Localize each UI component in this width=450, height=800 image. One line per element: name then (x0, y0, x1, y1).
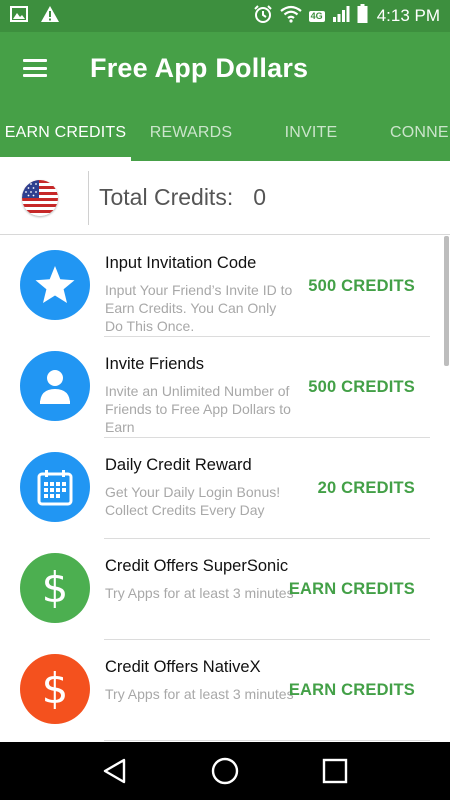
app-bar: Free App Dollars (0, 32, 450, 104)
home-icon[interactable] (195, 742, 255, 800)
status-right: 4G 4:13 PM (253, 4, 440, 29)
list-item-credit-offers-supersonic[interactable]: $ Credit Offers SuperSonic Try Apps for … (0, 539, 443, 640)
status-left (10, 5, 60, 28)
status-bar: 4G 4:13 PM (0, 0, 450, 32)
credits-header: Total Credits: 0 (0, 161, 450, 235)
list-item-credit-offers-nativex[interactable]: $ Credit Offers NativeX Try Apps for at … (0, 640, 443, 741)
list-item-action[interactable]: 500 CREDITS (308, 236, 415, 337)
list-item-invite-friends[interactable]: Invite Friends Invite an Unlimited Numbe… (0, 337, 443, 438)
battery-icon (357, 4, 368, 28)
calendar-icon (20, 452, 90, 522)
recents-icon[interactable] (305, 742, 365, 800)
tab-bar: EARN CREDITS REWARDS INVITE CONNE (0, 104, 450, 161)
list-item-title: Credit Offers NativeX (105, 658, 261, 676)
list-item-title: Invite Friends (105, 355, 205, 373)
header-divider (88, 170, 89, 225)
list-item-text: Input Invitation Code Input Your Friend’… (105, 253, 295, 335)
dollar-icon: $ (20, 553, 90, 623)
list-item-title: Input Invitation Code (105, 254, 257, 272)
total-credits-label: Total Credits: (99, 184, 234, 210)
tab-invite[interactable]: INVITE (251, 104, 371, 161)
list-item-text: Invite Friends Invite an Unlimited Numbe… (105, 354, 295, 436)
signal-icon (332, 5, 350, 28)
warning-icon (40, 5, 60, 28)
tab-rewards[interactable]: REWARDS (131, 104, 251, 161)
total-credits-value: 0 (253, 184, 267, 210)
earn-credits-list: Input Invitation Code Input Your Friend’… (0, 236, 443, 741)
app-title: Free App Dollars (90, 52, 309, 83)
list-item-action[interactable]: 500 CREDITS (308, 337, 415, 438)
list-item-action[interactable]: EARN CREDITS (289, 640, 415, 741)
system-nav-bar (0, 742, 450, 800)
list-item-daily-credit-reward[interactable]: Daily Credit Reward Get Your Daily Login… (0, 438, 443, 539)
us-flag-icon[interactable] (22, 179, 58, 216)
person-icon (20, 351, 90, 421)
back-icon[interactable] (85, 742, 145, 800)
alarm-icon (253, 4, 273, 29)
list-item-title: Daily Credit Reward (105, 456, 252, 474)
list-item-text: Daily Credit Reward Get Your Daily Login… (105, 455, 295, 519)
list-item-description: Input Your Friend’s Invite ID to Earn Cr… (105, 282, 293, 334)
list-item-text: Credit Offers NativeX Try Apps for at le… (105, 657, 295, 703)
list-scrollbar[interactable] (444, 236, 449, 366)
list-item-description: Invite an Unlimited Number of Friends to… (105, 383, 291, 435)
list-item-description: Try Apps for at least 3 minutes (105, 686, 294, 702)
tab-connect[interactable]: CONNE (371, 104, 450, 161)
hamburger-menu-icon[interactable] (0, 32, 70, 104)
network-type-label: 4G (308, 10, 325, 22)
wifi-icon (279, 5, 302, 28)
list-item-action[interactable]: EARN CREDITS (289, 539, 415, 640)
list-item-description: Get Your Daily Login Bonus! Collect Cred… (105, 484, 281, 518)
star-icon (20, 250, 90, 320)
list-item-text: Credit Offers SuperSonic Try Apps for at… (105, 556, 295, 602)
list-item-description: Try Apps for at least 3 minutes (105, 585, 294, 601)
list-item-input-invitation-code[interactable]: Input Invitation Code Input Your Friend’… (0, 236, 443, 337)
status-time: 4:13 PM (376, 6, 440, 25)
dollar-icon: $ (20, 654, 90, 724)
tab-earn-credits[interactable]: EARN CREDITS (0, 104, 131, 161)
list-item-title: Credit Offers SuperSonic (105, 557, 289, 575)
list-item-action[interactable]: 20 CREDITS (318, 438, 415, 539)
image-icon (10, 5, 28, 27)
